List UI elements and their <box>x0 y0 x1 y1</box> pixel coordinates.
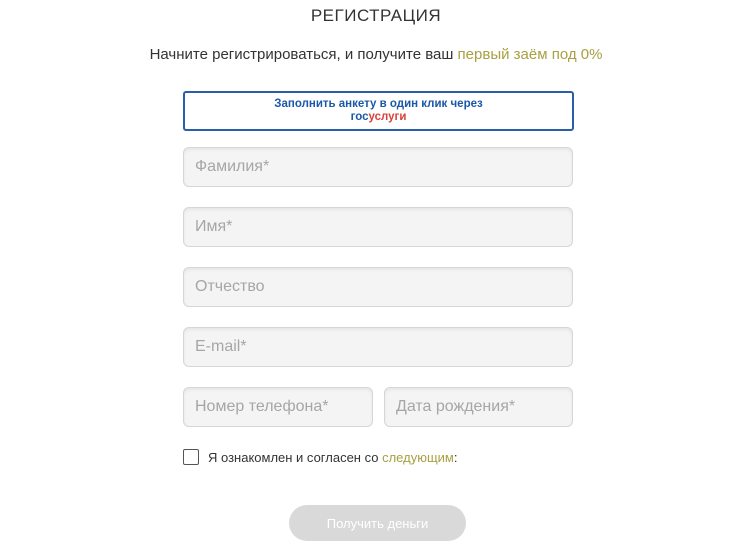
page-subtitle: Начните регистрироваться, и получите ваш… <box>0 46 752 63</box>
gosuslugi-logo-part1: гос <box>350 111 369 123</box>
gosuslugi-logo-part2: услуги <box>368 111 407 123</box>
agreement-text: Я ознакомлен и согласен со следующим: <box>208 450 457 465</box>
subtitle-accent: первый заём под 0% <box>457 46 603 63</box>
agreement-suffix: : <box>453 449 458 465</box>
agreement-label: Я ознакомлен и согласен со <box>208 449 383 465</box>
last-name-input[interactable] <box>183 147 573 187</box>
gosuslugi-button[interactable]: Заполнить анкету в один клик через госус… <box>183 91 574 131</box>
page-title: РЕГИСТРАЦИЯ <box>310 6 442 25</box>
phone-input[interactable] <box>183 387 373 427</box>
subtitle-text: Начните регистрироваться, и получите ваш <box>149 46 458 63</box>
gosuslugi-logo: госуслуги <box>185 111 572 124</box>
agreement-row: Я ознакомлен и согласен со следующим: <box>183 447 457 467</box>
first-name-input[interactable] <box>183 207 573 247</box>
email-input[interactable] <box>183 327 573 367</box>
middle-name-input[interactable] <box>183 267 573 307</box>
agreement-link[interactable]: следующим <box>382 450 454 465</box>
gosuslugi-button-label: Заполнить анкету в один клик через <box>274 98 483 110</box>
agreement-checkbox[interactable] <box>183 449 199 465</box>
birth-date-input[interactable] <box>384 387 573 427</box>
get-money-button[interactable]: Получить деньги <box>289 505 466 541</box>
